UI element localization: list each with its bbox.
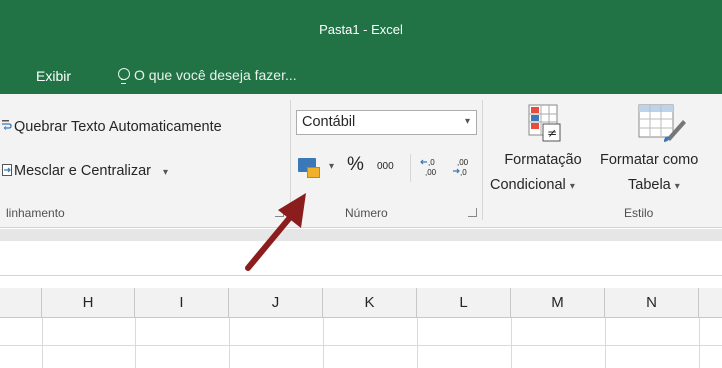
svg-text:,00: ,00 — [425, 168, 437, 177]
column-header-l[interactable]: L — [417, 288, 511, 318]
wrap-text-icon — [2, 120, 12, 130]
comma-style-button[interactable]: 000 — [377, 161, 394, 172]
column-gridline — [605, 318, 606, 368]
title-bar: Pasta1 - Excel — [0, 0, 722, 58]
conditional-formatting-icon: ≠ — [528, 104, 561, 142]
merge-center-icon — [2, 164, 12, 176]
column-gridline — [699, 318, 700, 368]
percent-style-button[interactable]: % — [347, 154, 364, 176]
row-gridline — [0, 345, 722, 346]
conditional-formatting-line1[interactable]: Formatação — [497, 152, 589, 168]
conditional-formatting-button[interactable]: Condicional ▾ — [490, 177, 575, 193]
merge-center-button[interactable]: Mesclar e Centralizar ▾ — [14, 163, 168, 179]
format-as-table-icon — [638, 104, 686, 142]
chevron-down-icon: ▾ — [674, 181, 680, 192]
svg-text:,0: ,0 — [428, 158, 435, 167]
svg-text:,00: ,00 — [457, 158, 469, 167]
chevron-down-icon: ▾ — [569, 181, 575, 192]
number-format-value: Contábil — [302, 114, 356, 130]
formula-bar[interactable] — [0, 241, 722, 276]
tab-exibir[interactable]: Exibir — [36, 68, 71, 84]
accounting-format-icon[interactable] — [298, 158, 320, 178]
increase-decimal-icon[interactable]: ,0 ,00 — [419, 157, 443, 177]
number-dialog-launcher-icon[interactable] — [468, 208, 477, 217]
annotation-arrow-icon — [245, 193, 306, 271]
column-header-partial[interactable] — [699, 288, 722, 318]
format-as-table-line2: Tabela — [628, 177, 671, 193]
column-header-j[interactable]: J — [229, 288, 323, 318]
separator — [410, 154, 411, 182]
number-group-label: Número — [345, 206, 388, 220]
styles-group-label: Estilo — [624, 206, 654, 220]
column-header-k[interactable]: K — [323, 288, 417, 318]
column-gridline — [417, 318, 418, 368]
ribbon-tab-row: Exibir O que você deseja fazer... — [0, 58, 722, 94]
number-format-dropdown[interactable]: Contábil ▾ — [296, 110, 477, 135]
tell-me-text: O que você deseja fazer... — [134, 67, 297, 83]
wrap-text-button[interactable]: Quebrar Texto Automaticamente — [14, 119, 222, 135]
column-header-m[interactable]: M — [511, 288, 605, 318]
column-gridline — [135, 318, 136, 368]
svg-text:,0: ,0 — [460, 168, 467, 177]
group-separator — [482, 100, 483, 220]
column-header-n[interactable]: N — [605, 288, 699, 318]
column-gridline — [511, 318, 512, 368]
merge-center-dropdown-icon[interactable]: ▾ — [163, 167, 168, 178]
accounting-format-dropdown-icon[interactable]: ▾ — [329, 161, 334, 172]
column-header-partial[interactable] — [0, 288, 42, 318]
svg-text:≠: ≠ — [547, 126, 557, 140]
column-header-i[interactable]: I — [135, 288, 229, 318]
tell-me-box[interactable]: O que você deseja fazer... — [118, 67, 297, 84]
column-gridline — [323, 318, 324, 368]
window-title: Pasta1 - Excel — [319, 22, 403, 37]
column-gridline — [42, 318, 43, 368]
conditional-formatting-line2: Condicional — [490, 177, 566, 193]
formula-bar-gap — [0, 229, 722, 241]
ribbon: Quebrar Texto Automaticamente Mesclar e … — [0, 94, 722, 228]
alignment-group-label: linhamento — [6, 206, 65, 220]
format-as-table-button[interactable]: Tabela ▾ — [628, 177, 680, 193]
format-as-table-line1[interactable]: Formatar como — [600, 152, 698, 168]
column-header-h[interactable]: H — [42, 288, 135, 318]
decrease-decimal-icon[interactable]: ,00 ,0 — [451, 157, 475, 177]
chevron-down-icon: ▾ — [464, 116, 470, 127]
column-gridline — [229, 318, 230, 368]
lightbulb-icon — [118, 68, 130, 84]
merge-center-label: Mesclar e Centralizar — [14, 163, 151, 179]
